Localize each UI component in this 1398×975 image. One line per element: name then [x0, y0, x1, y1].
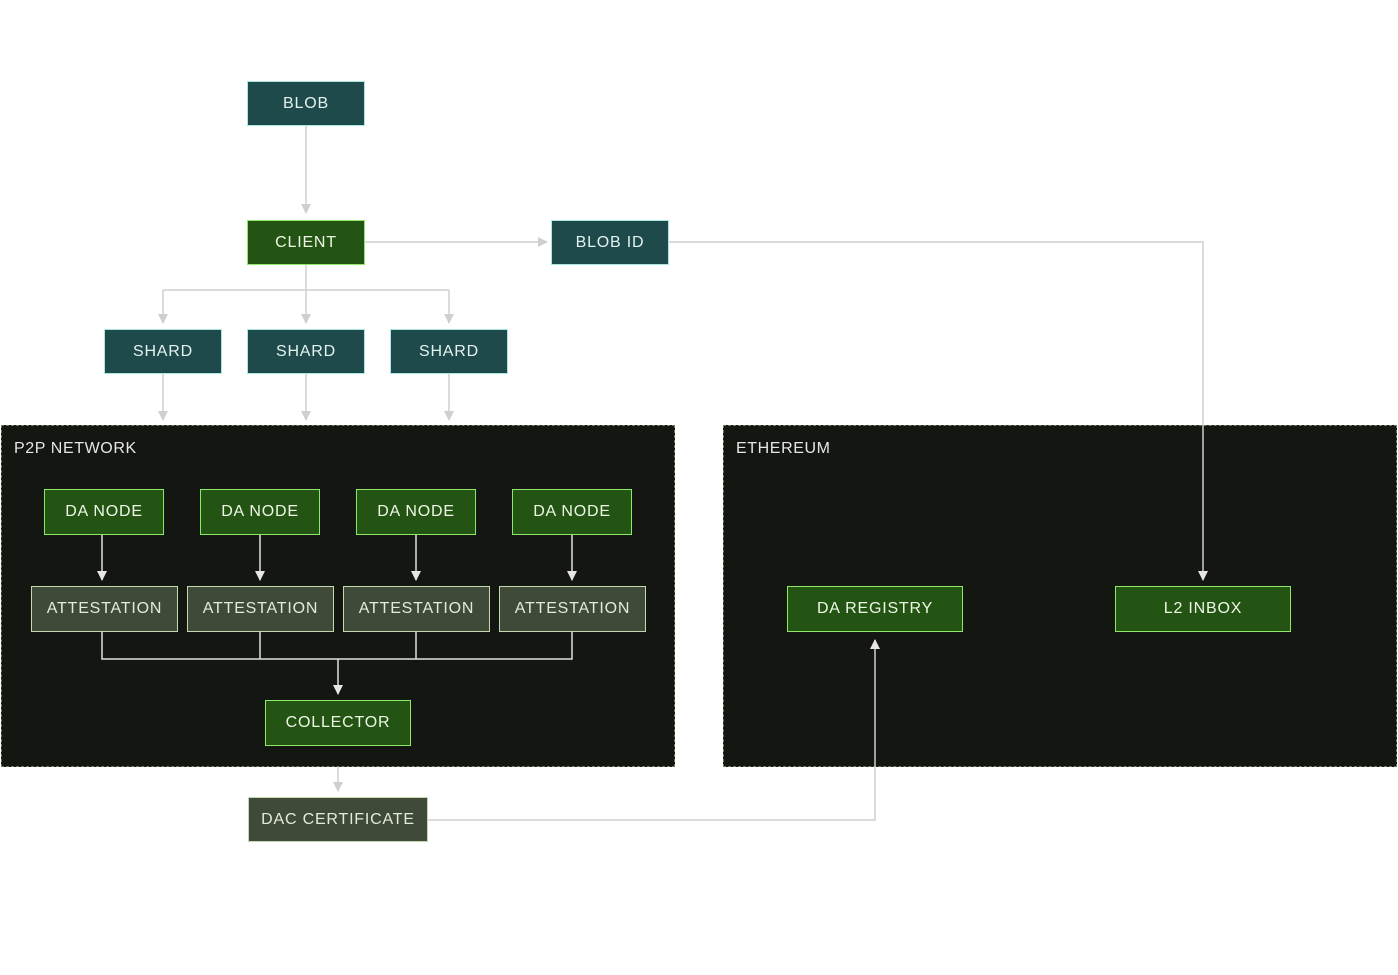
- attestation-node-1: ATTESTATION: [31, 586, 178, 632]
- blob-node: BLOB: [247, 81, 365, 126]
- connector-blobid-l2inbox: [669, 241, 1208, 581]
- collector-node: COLLECTOR: [265, 700, 411, 746]
- connector-attestations-merge: [101, 632, 573, 660]
- shard-node-3: SHARD: [390, 329, 508, 374]
- client-node: CLIENT: [247, 220, 365, 265]
- blob-id-node: BLOB ID: [551, 220, 669, 265]
- connector-client-split: [163, 265, 449, 291]
- da-node-4: DA NODE: [512, 489, 632, 535]
- da-node-3: DA NODE: [356, 489, 476, 535]
- attestation-node-4: ATTESTATION: [499, 586, 646, 632]
- da-node-2: DA NODE: [200, 489, 320, 535]
- connector-certificate-registry: [428, 639, 880, 821]
- shard-node-2: SHARD: [247, 329, 365, 374]
- attestation-node-2: ATTESTATION: [187, 586, 334, 632]
- da-registry-node: DA REGISTRY: [787, 586, 963, 632]
- l2-inbox-node: L2 INBOX: [1115, 586, 1291, 632]
- shard-node-1: SHARD: [104, 329, 222, 374]
- da-node-1: DA NODE: [44, 489, 164, 535]
- attestation-node-3: ATTESTATION: [343, 586, 490, 632]
- connector-lines: [97, 126, 1208, 821]
- dac-certificate-node: DAC CERTIFICATE: [248, 797, 428, 842]
